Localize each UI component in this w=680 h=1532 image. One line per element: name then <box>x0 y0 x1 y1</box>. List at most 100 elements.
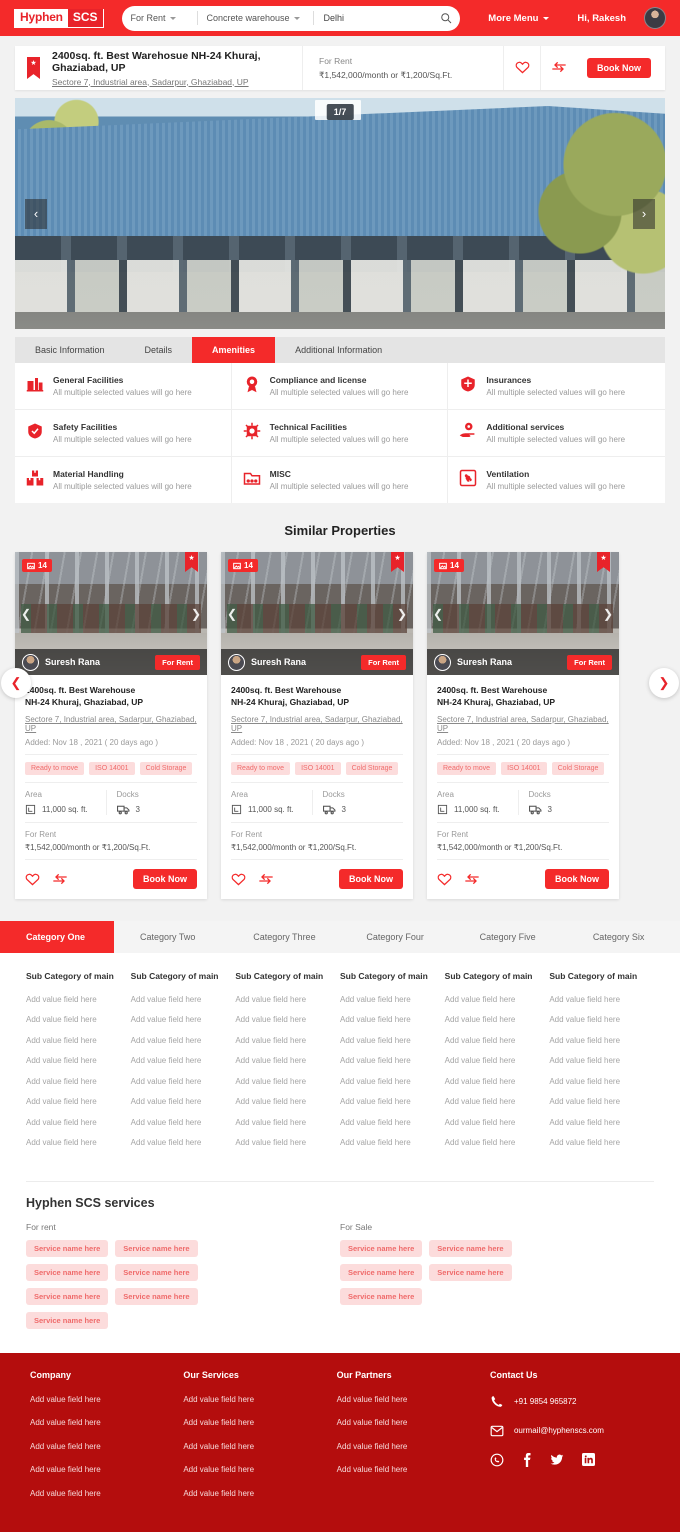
category-value[interactable]: Add value field here <box>235 1138 340 1147</box>
category-tab-1[interactable]: Category One <box>0 920 114 953</box>
category-value[interactable]: Add value field here <box>340 1077 445 1086</box>
category-tab-6[interactable]: Category Six <box>567 921 680 953</box>
user-avatar[interactable] <box>644 7 666 29</box>
service-chip[interactable]: Service name here <box>26 1263 109 1281</box>
footer-link[interactable]: Add value field here <box>30 1489 183 1498</box>
footer-link[interactable]: Add value field here <box>183 1465 336 1474</box>
contact-email[interactable]: ourmail@hyphenscs.com <box>490 1424 650 1438</box>
footer-link[interactable]: Add value field here <box>337 1418 490 1427</box>
carousel-prev-button[interactable]: ❮ <box>1 668 31 698</box>
category-value[interactable]: Add value field here <box>235 1015 340 1024</box>
service-chip[interactable]: Service name here <box>115 1263 198 1281</box>
favorite-button[interactable] <box>504 60 540 77</box>
service-chip[interactable]: Service name here <box>429 1239 512 1257</box>
category-value[interactable]: Add value field here <box>340 1056 445 1065</box>
category-value[interactable]: Add value field here <box>445 1077 550 1086</box>
category-value[interactable]: Add value field here <box>549 1097 654 1106</box>
footer-link[interactable]: Add value field here <box>183 1442 336 1451</box>
compare-arrows-icon[interactable] <box>258 872 274 886</box>
tab-amenities[interactable]: Amenities <box>192 337 276 363</box>
footer-link[interactable]: Add value field here <box>183 1489 336 1498</box>
category-value[interactable]: Add value field here <box>340 1015 445 1024</box>
category-value[interactable]: Add value field here <box>235 1036 340 1045</box>
category-value[interactable]: Add value field here <box>26 1036 131 1045</box>
category-tab-3[interactable]: Category Three <box>227 921 340 953</box>
search-type-dropdown[interactable]: For Rent <box>122 11 198 25</box>
category-value[interactable]: Add value field here <box>235 1056 340 1065</box>
linkedin-icon[interactable] <box>581 1453 595 1467</box>
compare-button[interactable] <box>541 60 577 77</box>
heart-icon[interactable] <box>25 872 40 886</box>
property-card[interactable]: 14 ★ ❮ ❯ Suresh Rana For Rent 2400sq. ft… <box>15 552 207 899</box>
book-now-button[interactable]: Book Now <box>133 868 197 889</box>
gallery-next-button[interactable]: › <box>633 198 655 229</box>
category-tab-4[interactable]: Category Four <box>340 921 453 953</box>
service-chip[interactable]: Service name here <box>340 1287 423 1305</box>
category-value[interactable]: Add value field here <box>26 1056 131 1065</box>
compare-arrows-icon[interactable] <box>464 872 480 886</box>
site-logo[interactable]: Hyphen SCS <box>14 8 104 28</box>
book-now-button[interactable]: Book Now <box>587 58 651 78</box>
footer-link[interactable]: Add value field here <box>337 1465 490 1474</box>
category-value[interactable]: Add value field here <box>131 1118 236 1127</box>
card-image-next-button[interactable]: ❯ <box>603 607 613 621</box>
category-value[interactable]: Add value field here <box>26 1015 131 1024</box>
card-address[interactable]: Sectore 7, Industrial area, Sadarpur, Gh… <box>231 715 403 733</box>
contact-phone[interactable]: +91 9854 965872 <box>490 1395 650 1409</box>
carousel-next-button[interactable]: ❯ <box>649 668 679 698</box>
property-address[interactable]: Sectore 7, Industrial area, Sadarpur, Gh… <box>52 77 292 87</box>
category-value[interactable]: Add value field here <box>340 995 445 1004</box>
book-now-button[interactable]: Book Now <box>545 868 609 889</box>
card-image-prev-button[interactable]: ❮ <box>227 607 237 621</box>
category-value[interactable]: Add value field here <box>549 1015 654 1024</box>
service-chip[interactable]: Service name here <box>115 1287 198 1305</box>
category-tab-2[interactable]: Category Two <box>114 921 227 953</box>
category-value[interactable]: Add value field here <box>26 1118 131 1127</box>
footer-link[interactable]: Add value field here <box>183 1418 336 1427</box>
category-value[interactable]: Add value field here <box>235 995 340 1004</box>
tab-additional-information[interactable]: Additional Information <box>275 337 402 363</box>
category-value[interactable]: Add value field here <box>131 995 236 1004</box>
service-chip[interactable]: Service name here <box>26 1311 109 1329</box>
service-chip[interactable]: Service name here <box>429 1263 512 1281</box>
service-chip[interactable]: Service name here <box>26 1239 109 1257</box>
category-value[interactable]: Add value field here <box>445 1036 550 1045</box>
tab-details[interactable]: Details <box>125 337 193 363</box>
category-value[interactable]: Add value field here <box>131 1097 236 1106</box>
card-image-next-button[interactable]: ❯ <box>191 607 201 621</box>
card-image-prev-button[interactable]: ❮ <box>433 607 443 621</box>
category-value[interactable]: Add value field here <box>549 1118 654 1127</box>
category-tab-5[interactable]: Category Five <box>454 921 567 953</box>
bookmark-ribbon-icon[interactable]: ★ <box>27 57 40 79</box>
heart-icon[interactable] <box>231 872 246 886</box>
card-address[interactable]: Sectore 7, Industrial area, Sadarpur, Gh… <box>437 715 609 733</box>
category-value[interactable]: Add value field here <box>235 1077 340 1086</box>
category-value[interactable]: Add value field here <box>26 1138 131 1147</box>
category-value[interactable]: Add value field here <box>235 1118 340 1127</box>
footer-link[interactable]: Add value field here <box>30 1395 183 1404</box>
facebook-icon[interactable] <box>522 1452 532 1467</box>
card-address[interactable]: Sectore 7, Industrial area, Sadarpur, Gh… <box>25 715 197 733</box>
category-value[interactable]: Add value field here <box>549 1077 654 1086</box>
footer-link[interactable]: Add value field here <box>30 1418 183 1427</box>
service-chip[interactable]: Service name here <box>26 1287 109 1305</box>
category-value[interactable]: Add value field here <box>131 1015 236 1024</box>
category-value[interactable]: Add value field here <box>549 1138 654 1147</box>
footer-link[interactable]: Add value field here <box>183 1395 336 1404</box>
category-value[interactable]: Add value field here <box>340 1097 445 1106</box>
search-button[interactable] <box>432 12 460 24</box>
card-image-next-button[interactable]: ❯ <box>397 607 407 621</box>
category-value[interactable]: Add value field here <box>340 1138 445 1147</box>
footer-link[interactable]: Add value field here <box>30 1442 183 1451</box>
compare-arrows-icon[interactable] <box>52 872 68 886</box>
category-value[interactable]: Add value field here <box>131 1036 236 1045</box>
category-value[interactable]: Add value field here <box>549 1056 654 1065</box>
category-value[interactable]: Add value field here <box>26 1097 131 1106</box>
more-menu-dropdown[interactable]: More Menu <box>488 13 550 24</box>
category-value[interactable]: Add value field here <box>549 995 654 1004</box>
footer-link[interactable]: Add value field here <box>337 1442 490 1451</box>
service-chip[interactable]: Service name here <box>115 1239 198 1257</box>
service-chip[interactable]: Service name here <box>340 1263 423 1281</box>
category-value[interactable]: Add value field here <box>131 1077 236 1086</box>
whatsapp-icon[interactable] <box>490 1453 504 1467</box>
